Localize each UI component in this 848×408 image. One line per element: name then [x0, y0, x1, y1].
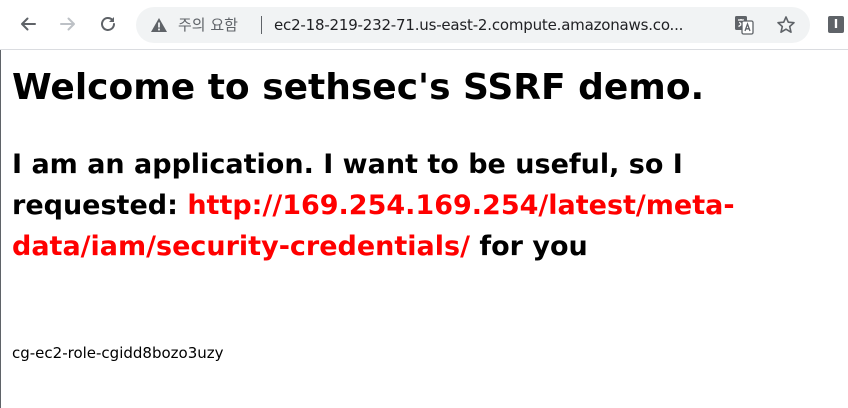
- forward-arrow-icon: [59, 15, 77, 33]
- suffix-text: for you: [479, 231, 588, 262]
- reload-icon: [99, 15, 117, 33]
- window-left-border: [0, 50, 1, 408]
- url-text[interactable]: ec2-18-219-232-71.us-east-2.compute.amaz…: [274, 7, 714, 43]
- reload-button[interactable]: [94, 10, 122, 38]
- forward-button[interactable]: [54, 10, 82, 38]
- address-bar[interactable]: 주의 요함 ec2-18-219-232-71.us-east-2.comput…: [136, 7, 810, 43]
- bookmark-star-icon[interactable]: [776, 15, 796, 35]
- browser-toolbar: 주의 요함 ec2-18-219-232-71.us-east-2.comput…: [0, 0, 848, 50]
- security-status-label[interactable]: 주의 요함: [178, 7, 238, 43]
- warning-icon[interactable]: [150, 16, 168, 34]
- role-name-result: cg-ec2-role-cgidd8bozo3uzy: [12, 344, 224, 362]
- back-button[interactable]: [14, 10, 42, 38]
- translate-icon[interactable]: [734, 15, 754, 35]
- page-title: Welcome to sethsec's SSRF demo.: [12, 67, 705, 108]
- page-subtitle: I am an application. I want to be useful…: [12, 144, 832, 267]
- extension-icon[interactable]: I: [828, 16, 844, 33]
- back-arrow-icon: [19, 15, 37, 33]
- address-divider: [261, 16, 262, 34]
